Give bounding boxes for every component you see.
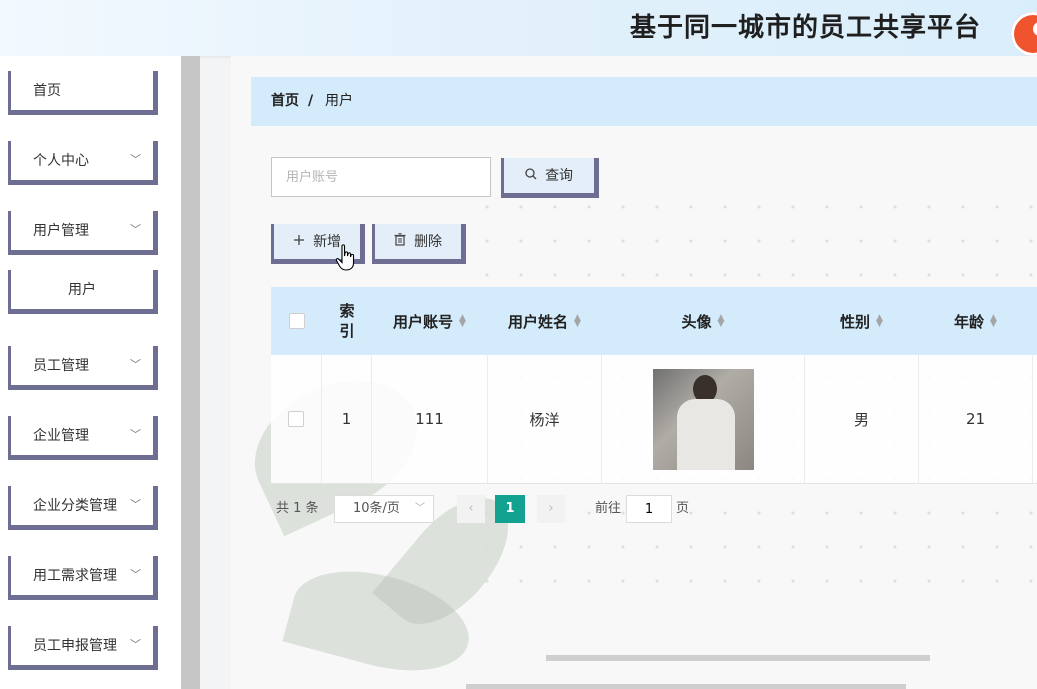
chevron-down-icon: ﹀: [130, 638, 141, 651]
column-header-avatar[interactable]: 头像 ▲ ▼: [602, 287, 805, 355]
sidebar-item-labor-demand[interactable]: 用工需求管理 ﹀: [8, 556, 158, 600]
sidebar-item-label: 员工管理: [33, 358, 89, 374]
decorative-bar: [546, 655, 930, 661]
trash-icon: [394, 233, 410, 250]
site-title: 基于同一城市的员工共享平台: [629, 13, 981, 43]
sidebar-item-home[interactable]: 首页: [8, 71, 158, 115]
goto-page-input[interactable]: [626, 495, 672, 523]
column-header-label: 头像: [681, 312, 712, 331]
top-bar: 基于同一城市的员工共享平台: [0, 0, 1037, 56]
breadcrumb-separator: /: [308, 93, 314, 109]
cell-index: 1: [322, 355, 372, 483]
row-checkbox[interactable]: [271, 355, 322, 483]
column-header-name[interactable]: 用户姓名 ▲ ▼: [488, 287, 602, 355]
sort-icon[interactable]: ▲ ▼: [718, 314, 726, 329]
column-header-label: 用户姓名: [507, 312, 568, 331]
chevron-down-icon: ﹀: [130, 568, 141, 581]
cell-avatar: [602, 355, 805, 483]
sidebar-item-label: 用户管理: [33, 223, 89, 239]
page-size-select[interactable]: 10条/页 ﹀: [334, 495, 434, 523]
sidebar-item-label: 员工申报管理: [33, 638, 117, 654]
sidebar-item-label: 企业管理: [33, 428, 89, 444]
search-button-label: 查询: [545, 168, 574, 184]
plus-icon: [293, 235, 309, 250]
column-header-label: 性别: [839, 312, 870, 331]
cell-gender: 男: [805, 355, 919, 483]
chevron-down-icon: ﹀: [130, 358, 141, 371]
sidebar-scrollbar[interactable]: [181, 56, 200, 689]
chevron-down-icon: ﹀: [130, 153, 141, 166]
page-number-current[interactable]: 1: [495, 495, 525, 523]
sidebar-item-user-management[interactable]: 用户管理 ﹀: [8, 211, 158, 255]
sidebar-item-label: 首页: [33, 83, 61, 99]
column-header-label: 年龄: [953, 312, 984, 331]
table-header: 索引 用户账号 ▲ ▼ 用户姓名 ▲ ▼ 头像 ▲ ▼ 性别 ▲ ▼ 年龄 ▲ ▼: [271, 287, 1037, 355]
delete-button-label: 删除: [414, 234, 443, 250]
next-page-button[interactable]: ›: [537, 495, 565, 523]
sidebar-item-employee-management[interactable]: 员工管理 ﹀: [8, 346, 158, 390]
sidebar-item-label: 用户: [68, 282, 96, 298]
pagination: 共 1 条 10条/页 ﹀ ‹ 1 › 前往 页: [271, 494, 771, 524]
column-header-account[interactable]: 用户账号 ▲ ▼: [372, 287, 488, 355]
column-header-gender[interactable]: 性别 ▲ ▼: [805, 287, 919, 355]
sidebar-item-users[interactable]: 用户: [8, 270, 158, 314]
logo-icon: [1011, 12, 1037, 56]
cell-age: 21: [919, 355, 1033, 483]
chevron-down-icon: ﹀: [130, 428, 141, 441]
breadcrumb: 首页 / 用户: [251, 77, 1037, 126]
sidebar-item-company-category[interactable]: 企业分类管理 ﹀: [8, 486, 158, 530]
goto-unit: 页: [676, 501, 690, 516]
hand-cursor-icon: [335, 244, 355, 271]
chevron-down-icon: ﹀: [415, 503, 425, 514]
cell-name: 杨洋: [488, 355, 602, 483]
search-input[interactable]: [271, 157, 491, 197]
sort-icon[interactable]: ▲ ▼: [459, 314, 467, 329]
sidebar-item-label: 用工需求管理: [33, 568, 117, 584]
goto-label: 前往: [595, 501, 622, 516]
sort-icon[interactable]: ▲ ▼: [574, 314, 582, 329]
search-icon: [525, 168, 541, 184]
select-all-checkbox[interactable]: [271, 287, 322, 355]
column-header-index: 索引: [339, 302, 355, 340]
column-header-age[interactable]: 年龄 ▲ ▼: [919, 287, 1033, 355]
breadcrumb-current: 用户: [325, 93, 353, 109]
pagination-total: 共 1 条: [276, 501, 319, 516]
breadcrumb-home[interactable]: 首页: [271, 77, 299, 126]
decorative-bar: [466, 684, 906, 689]
avatar[interactable]: [652, 368, 754, 470]
sidebar-item-personal-center[interactable]: 个人中心 ﹀: [8, 141, 158, 185]
sidebar-item-label: 企业分类管理: [33, 498, 117, 514]
search-button[interactable]: 查询: [501, 158, 599, 198]
sort-icon[interactable]: ▲ ▼: [990, 314, 998, 329]
page-size-value: 10条/页: [353, 501, 400, 516]
sidebar-item-label: 个人中心: [33, 153, 89, 169]
chevron-down-icon: ﹀: [130, 223, 141, 236]
sidebar-item-company-management[interactable]: 企业管理 ﹀: [8, 416, 158, 460]
chevron-down-icon: ﹀: [130, 498, 141, 511]
table-row[interactable]: 1 111 杨洋 男 21: [271, 355, 1037, 484]
sidebar-item-employee-declaration[interactable]: 员工申报管理 ﹀: [8, 626, 158, 670]
sort-icon[interactable]: ▲ ▼: [876, 314, 884, 329]
delete-button[interactable]: 删除: [372, 224, 466, 264]
prev-page-button[interactable]: ‹: [457, 495, 485, 523]
cell-account: 111: [372, 355, 488, 483]
column-header-label: 用户账号: [392, 312, 453, 331]
sidebar: 首页 个人中心 ﹀ 用户管理 ﹀ 用户 员工管理 ﹀ 企业管理 ﹀ 企业分类管理…: [0, 56, 200, 689]
